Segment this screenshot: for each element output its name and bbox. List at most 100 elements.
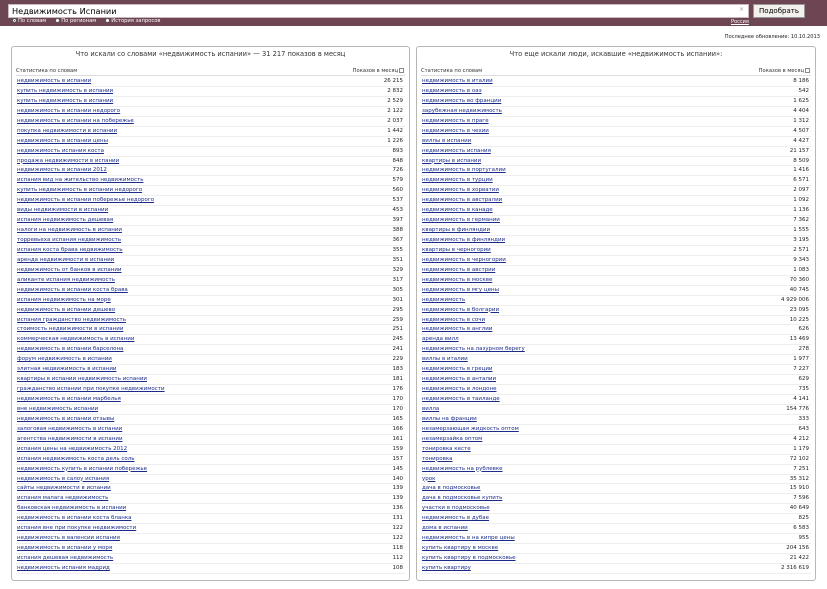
keyword-link[interactable]: купить недвижимость в испании недорого [17,187,142,193]
keyword-link[interactable]: форум недвижимость в испании [17,356,112,362]
keyword-link[interactable]: аренда недвижимости в испании [17,257,114,263]
keyword-link[interactable]: вилла [422,406,439,412]
keyword-link[interactable]: гражданство испании при покупке недвижим… [17,386,165,392]
keyword-link[interactable]: недвижимость в англии [422,326,492,332]
keyword-link[interactable]: испания недвижимость на море [17,297,111,303]
keyword-link[interactable]: недвижимость испания [422,148,491,154]
keyword-link[interactable]: недвижимость испания мадрид [17,565,110,571]
table-icon[interactable] [399,68,404,73]
keyword-link[interactable]: недвижимость в австралии [422,197,502,203]
keyword-link[interactable]: испания недвижимость коста дель соль [17,456,135,462]
keyword-link[interactable]: недвижимость купить в испании побережье [17,466,147,472]
keyword-link[interactable]: недвижимость в испании коста бланка [17,515,132,521]
keyword-link[interactable]: недвижимость в испании у моря [17,545,112,551]
keyword-link[interactable]: недвижимость в на кипре цены [422,535,515,541]
keyword-link[interactable]: купить недвижимость в испании [17,98,113,104]
keyword-link[interactable]: покупка недвижимости в испании [17,128,117,134]
keyword-link[interactable]: недвижимость в сочи [422,317,485,323]
keyword-link[interactable]: недвижимость в австрии [422,267,495,273]
keyword-link[interactable]: недвижимость в испании на побережье [17,118,134,124]
keyword-link[interactable]: сайты недвижимости в испании [17,485,111,491]
keyword-link[interactable]: аликанте испания недвижимость [17,277,115,283]
keyword-link[interactable]: незамерзайка оптом [422,436,482,442]
keyword-link[interactable]: купить квартиру [422,565,471,571]
keyword-link[interactable]: залоговая недвижимость в испании [17,426,122,432]
keyword-link[interactable]: недвижимость в испании марбелья [17,396,121,402]
keyword-link[interactable]: квартиры в испании [422,158,481,164]
keyword-link[interactable]: зарубежная недвижимость [422,108,502,114]
keyword-link[interactable]: купить квартиру в москве [422,545,498,551]
keyword-link[interactable]: недвижимость в канаде [422,207,493,213]
keyword-link[interactable]: недвижимость в германии [422,217,500,223]
search-mode-option[interactable]: История запросов [105,18,160,24]
keyword-link[interactable]: недвижимость в праге [422,118,489,124]
keyword-link[interactable]: недвижимость в анталии [422,376,496,382]
keyword-link[interactable]: недвижимость в черногории [422,257,506,263]
search-mode-option[interactable]: По словам [12,18,46,24]
keyword-link[interactable]: незамерзающая жидкость оптом [422,426,519,432]
keyword-link[interactable]: недвижимость на лазурном берегу [422,346,525,352]
keyword-link[interactable]: недвижимость в турции [422,177,493,183]
keyword-link[interactable]: квартиры в черногории [422,247,491,253]
keyword-link[interactable]: элитная недвижимость в испании [17,366,117,372]
keyword-link[interactable]: недвижимость в дубае [422,515,489,521]
search-input[interactable]: Недвижимость Испании [8,4,749,18]
keyword-link[interactable]: аренда вилл [422,336,459,342]
keyword-link[interactable]: испания вид на жительство недвижимость [17,177,143,183]
keyword-link[interactable]: недвижимость в испании дешево [17,307,115,313]
keyword-link[interactable]: испания малага недвижимость [17,495,108,501]
table-icon[interactable] [805,68,810,73]
keyword-link[interactable]: недвижимость в оаэ [422,88,482,94]
keyword-link[interactable]: тонировка кесте [422,446,471,452]
keyword-link[interactable]: налоги на недвижимость в испании [17,227,122,233]
keyword-link[interactable]: недвижимость в салоу испания [17,476,109,482]
keyword-link[interactable]: купить квартиру в подмосковье [422,555,515,561]
keyword-link[interactable]: недвижимость в испании барселона [17,346,123,352]
keyword-link[interactable]: недвижимость в испании недорого [17,108,120,114]
radio-icon[interactable] [55,18,61,23]
keyword-link[interactable]: виды недвижимости в испании [17,207,108,213]
keyword-link[interactable]: недвижимость в испании коста брава [17,287,128,293]
keyword-link[interactable]: недвижимость в валенсии испания [17,535,120,541]
keyword-link[interactable]: вне недвижимость испании [17,406,98,412]
radio-icon[interactable] [105,18,111,23]
keyword-link[interactable]: испания недвижимость дешевая [17,217,113,223]
keyword-link[interactable]: недвижимость в болгарии [422,307,499,313]
keyword-link[interactable]: дача в подмосковье [422,485,480,491]
keyword-link[interactable]: дома в испании [422,525,468,531]
keyword-link[interactable]: квартиры в испании недвижимость испании [17,376,147,382]
keyword-link[interactable]: недвижимость в лондоне [422,386,496,392]
keyword-link[interactable]: купить недвижимость в испании [17,88,113,94]
keyword-link[interactable]: недвижимость в испании побережье недорог… [17,197,154,203]
keyword-link[interactable]: виллы в италии [422,356,468,362]
keyword-link[interactable]: недвижимость во франции [422,98,501,104]
keyword-link[interactable]: испания дешевая недвижимость [17,555,113,561]
keyword-link[interactable]: недвижимость в москве [422,277,492,283]
keyword-link[interactable]: урок [422,476,435,482]
keyword-link[interactable]: недвижимость в испании цены [17,138,108,144]
keyword-link[interactable]: недвижимость на рублевке [422,466,503,472]
keyword-link[interactable]: недвижимость в португалии [422,167,506,173]
keyword-link[interactable]: виллы на франции [422,416,477,422]
keyword-link[interactable]: испания коста брава недвижимость [17,247,123,253]
region-link[interactable]: Россия [731,19,749,25]
keyword-link[interactable]: виллы в испании [422,138,471,144]
keyword-link[interactable]: недвижимость испания коста [17,148,104,154]
clear-icon[interactable]: × [739,6,744,13]
keyword-link[interactable]: недвижимость в испании [17,78,91,84]
submit-button[interactable]: Подобрать [753,4,805,18]
keyword-link[interactable]: испания гражданство недвижимость [17,317,126,323]
keyword-link[interactable]: недвижимость в италии [422,78,493,84]
keyword-link[interactable]: недвижимость в чехии [422,128,489,134]
keyword-link[interactable]: недвижимость в испании отзывы [17,416,114,422]
keyword-link[interactable]: квартиры в финляндии [422,227,490,233]
keyword-link[interactable]: недвижимость в мгу цены [422,287,499,293]
keyword-link[interactable]: стоимость недвижимости в испании [17,326,123,332]
keyword-link[interactable]: дача в подмосковье купить [422,495,502,501]
keyword-link[interactable]: недвижимость в хорватии [422,187,499,193]
keyword-link[interactable]: тонировка [422,456,453,462]
search-mode-option[interactable]: По регионам [55,18,96,24]
keyword-link[interactable]: агентства недвижимости в испании [17,436,123,442]
keyword-link[interactable]: недвижимость в финляндии [422,237,505,243]
keyword-link[interactable]: испания цены на недвижимость 2012 [17,446,127,452]
